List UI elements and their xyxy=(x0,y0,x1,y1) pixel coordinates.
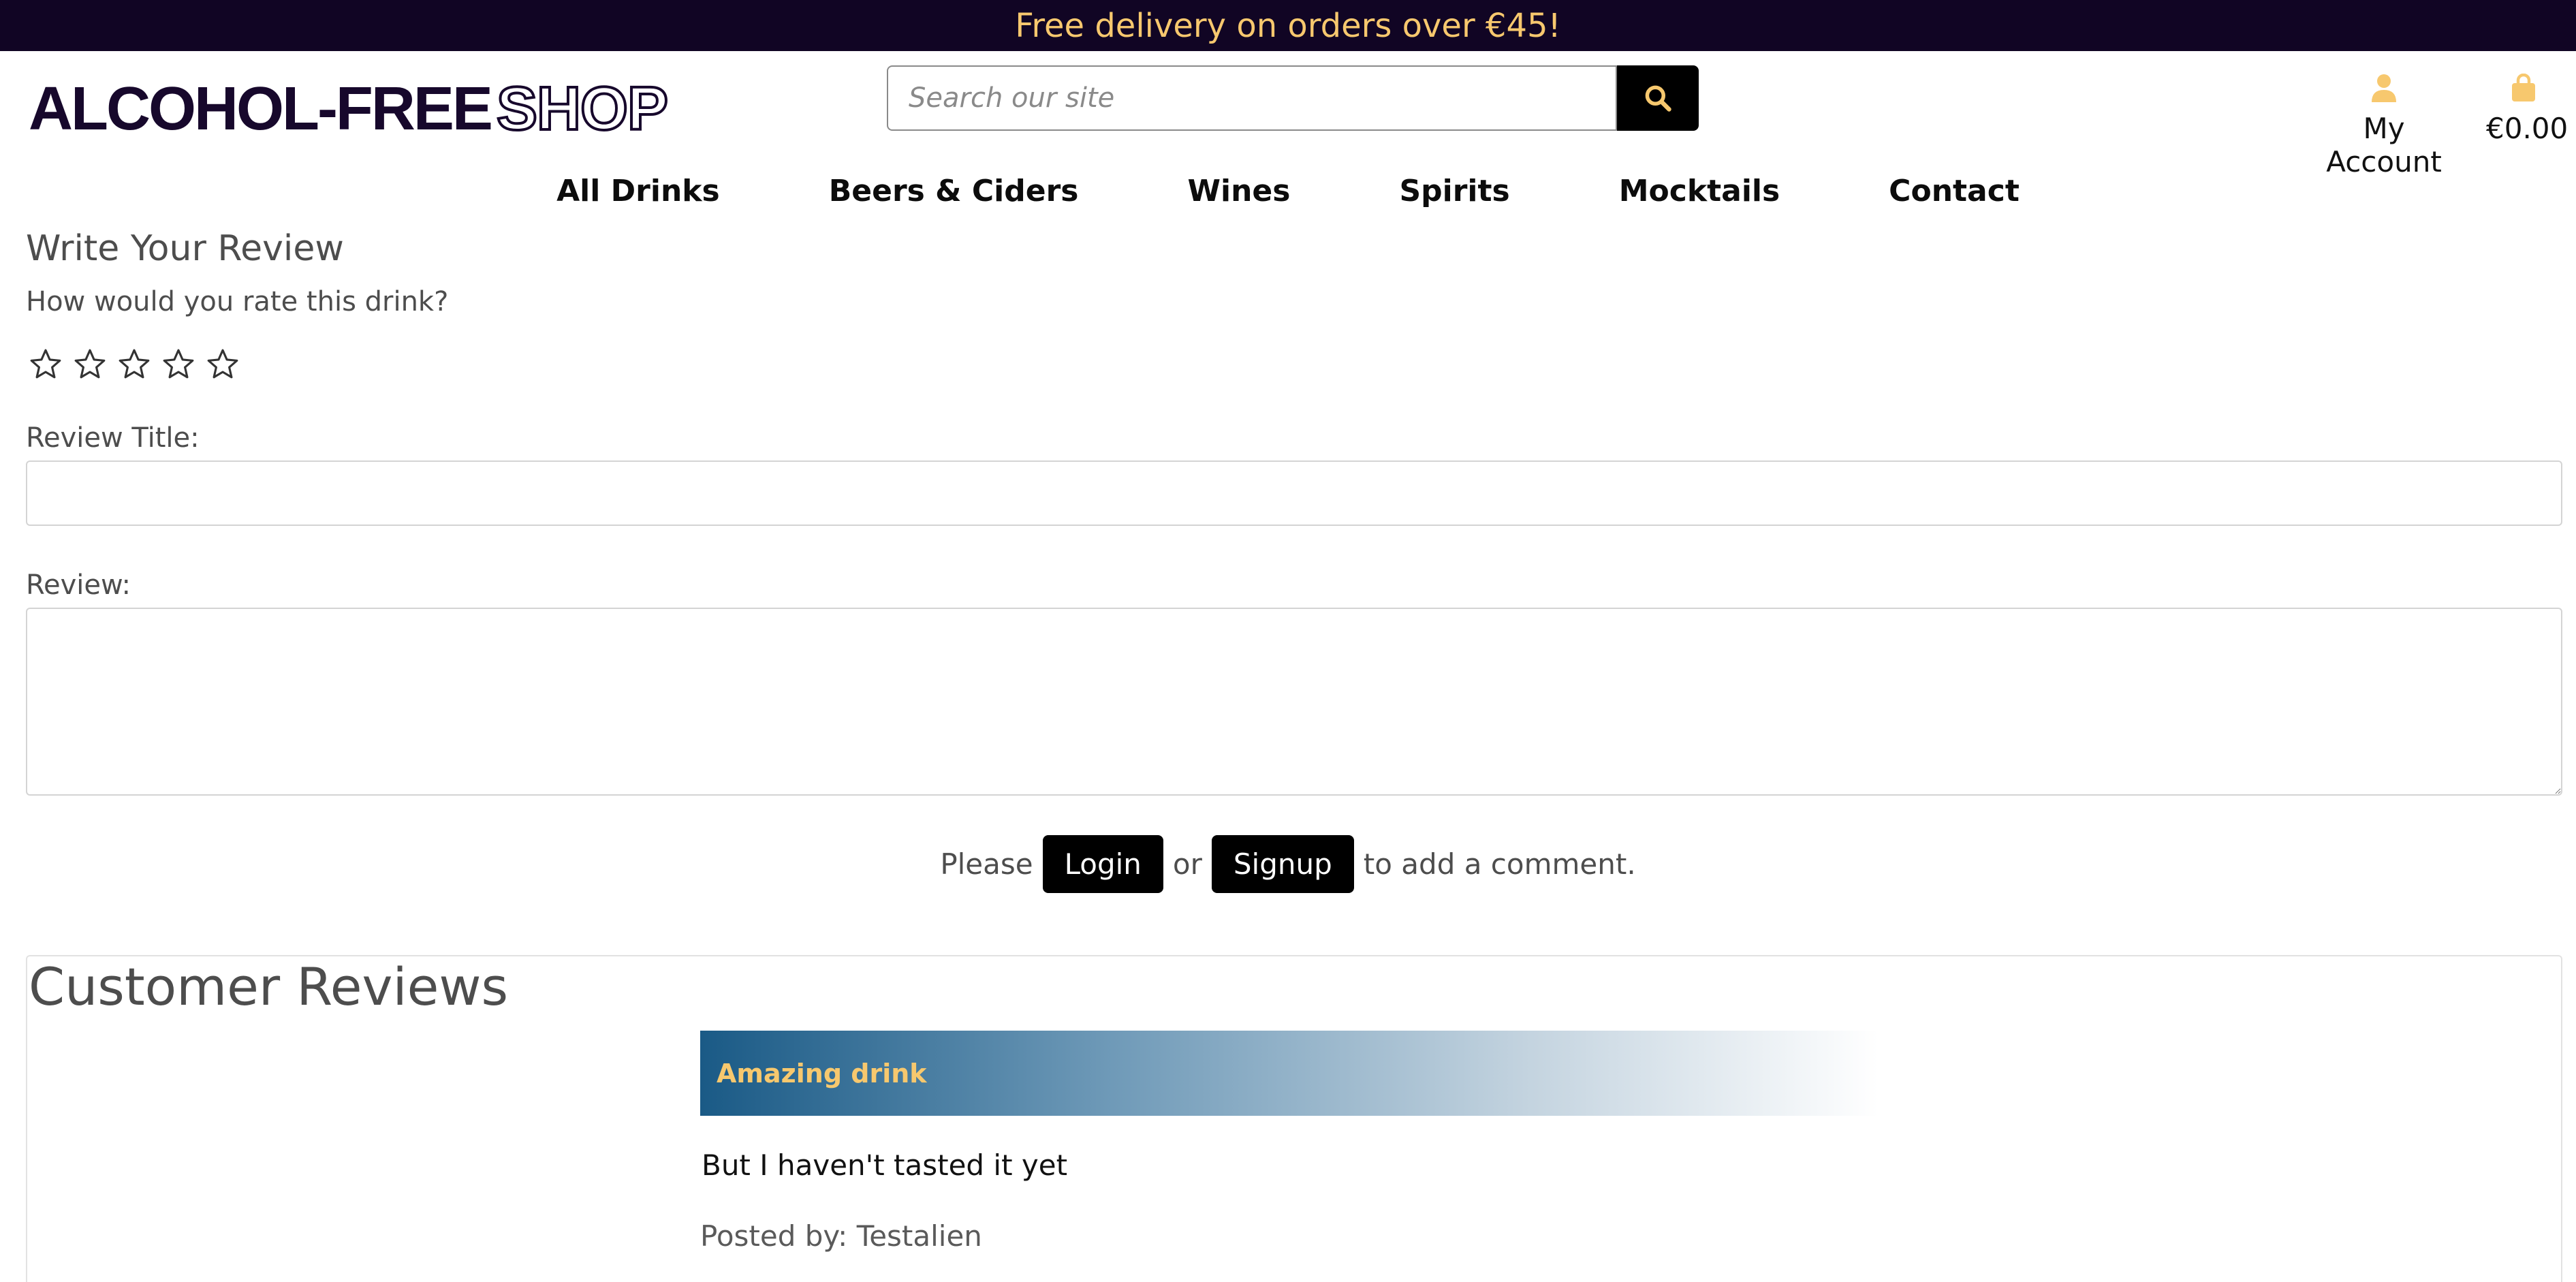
star-rating xyxy=(29,347,240,381)
rating-question: How would you rate this drink? xyxy=(26,286,449,317)
star-icon[interactable] xyxy=(161,347,195,381)
review-title: Amazing drink xyxy=(717,1058,927,1089)
review-textarea[interactable] xyxy=(26,608,2562,796)
promo-text: Free delivery on orders over €45! xyxy=(1015,6,1561,45)
cart-link[interactable]: €0.00 xyxy=(2486,74,2568,145)
star-icon[interactable] xyxy=(117,347,151,381)
login-button[interactable]: Login xyxy=(1042,835,1163,893)
nav-item-wines[interactable]: Wines xyxy=(1187,174,1290,208)
customer-reviews-heading: Customer Reviews xyxy=(29,956,509,1017)
review-author: Posted by: Testalien xyxy=(700,1219,982,1253)
logo-text-primary: ALCOHOL-FREE xyxy=(29,74,493,143)
search-input[interactable] xyxy=(887,65,1617,131)
review-label: Review: xyxy=(26,569,131,601)
search-icon xyxy=(1645,85,1671,112)
star-icon[interactable] xyxy=(73,347,107,381)
write-review-heading: Write Your Review xyxy=(26,228,344,269)
auth-prefix: Please xyxy=(940,847,1033,881)
auth-prompt: Please Login or Signup to add a comment. xyxy=(0,835,2576,893)
logo-text-secondary: SHOP xyxy=(495,74,670,144)
shopping-bag-icon xyxy=(2512,74,2535,101)
nav-item-spirits[interactable]: Spirits xyxy=(1399,174,1509,208)
review-card-header: Amazing drink xyxy=(700,1031,1879,1116)
nav-item-beers-ciders[interactable]: Beers & Ciders xyxy=(829,174,1079,208)
star-icon[interactable] xyxy=(206,347,240,381)
customer-reviews-section: Customer Reviews Amazing drink But I hav… xyxy=(26,955,2562,1282)
main-nav: All Drinks Beers & Ciders Wines Spirits … xyxy=(0,174,2576,208)
review-body: But I haven't tasted it yet xyxy=(702,1148,1068,1182)
signup-button[interactable]: Signup xyxy=(1211,835,1354,893)
promo-banner: Free delivery on orders over €45! xyxy=(0,0,2576,51)
review-title-input[interactable] xyxy=(26,460,2562,526)
nav-item-mocktails[interactable]: Mocktails xyxy=(1619,174,1780,208)
search-bar xyxy=(887,65,1699,131)
nav-item-all-drinks[interactable]: All Drinks xyxy=(556,174,720,208)
site-logo[interactable]: ALCOHOL-FREE SHOP xyxy=(29,74,670,144)
nav-item-contact[interactable]: Contact xyxy=(1889,174,2020,208)
search-button[interactable] xyxy=(1617,65,1699,131)
review-title-label: Review Title: xyxy=(26,422,200,454)
user-icon xyxy=(2372,74,2396,102)
my-account-link[interactable]: My Account xyxy=(2302,74,2466,178)
cart-total: €0.00 xyxy=(2486,112,2569,145)
auth-suffix: to add a comment. xyxy=(1363,847,1636,881)
my-account-label: My Account xyxy=(2326,112,2442,178)
star-icon[interactable] xyxy=(29,347,63,381)
auth-or: or xyxy=(1172,847,1202,881)
